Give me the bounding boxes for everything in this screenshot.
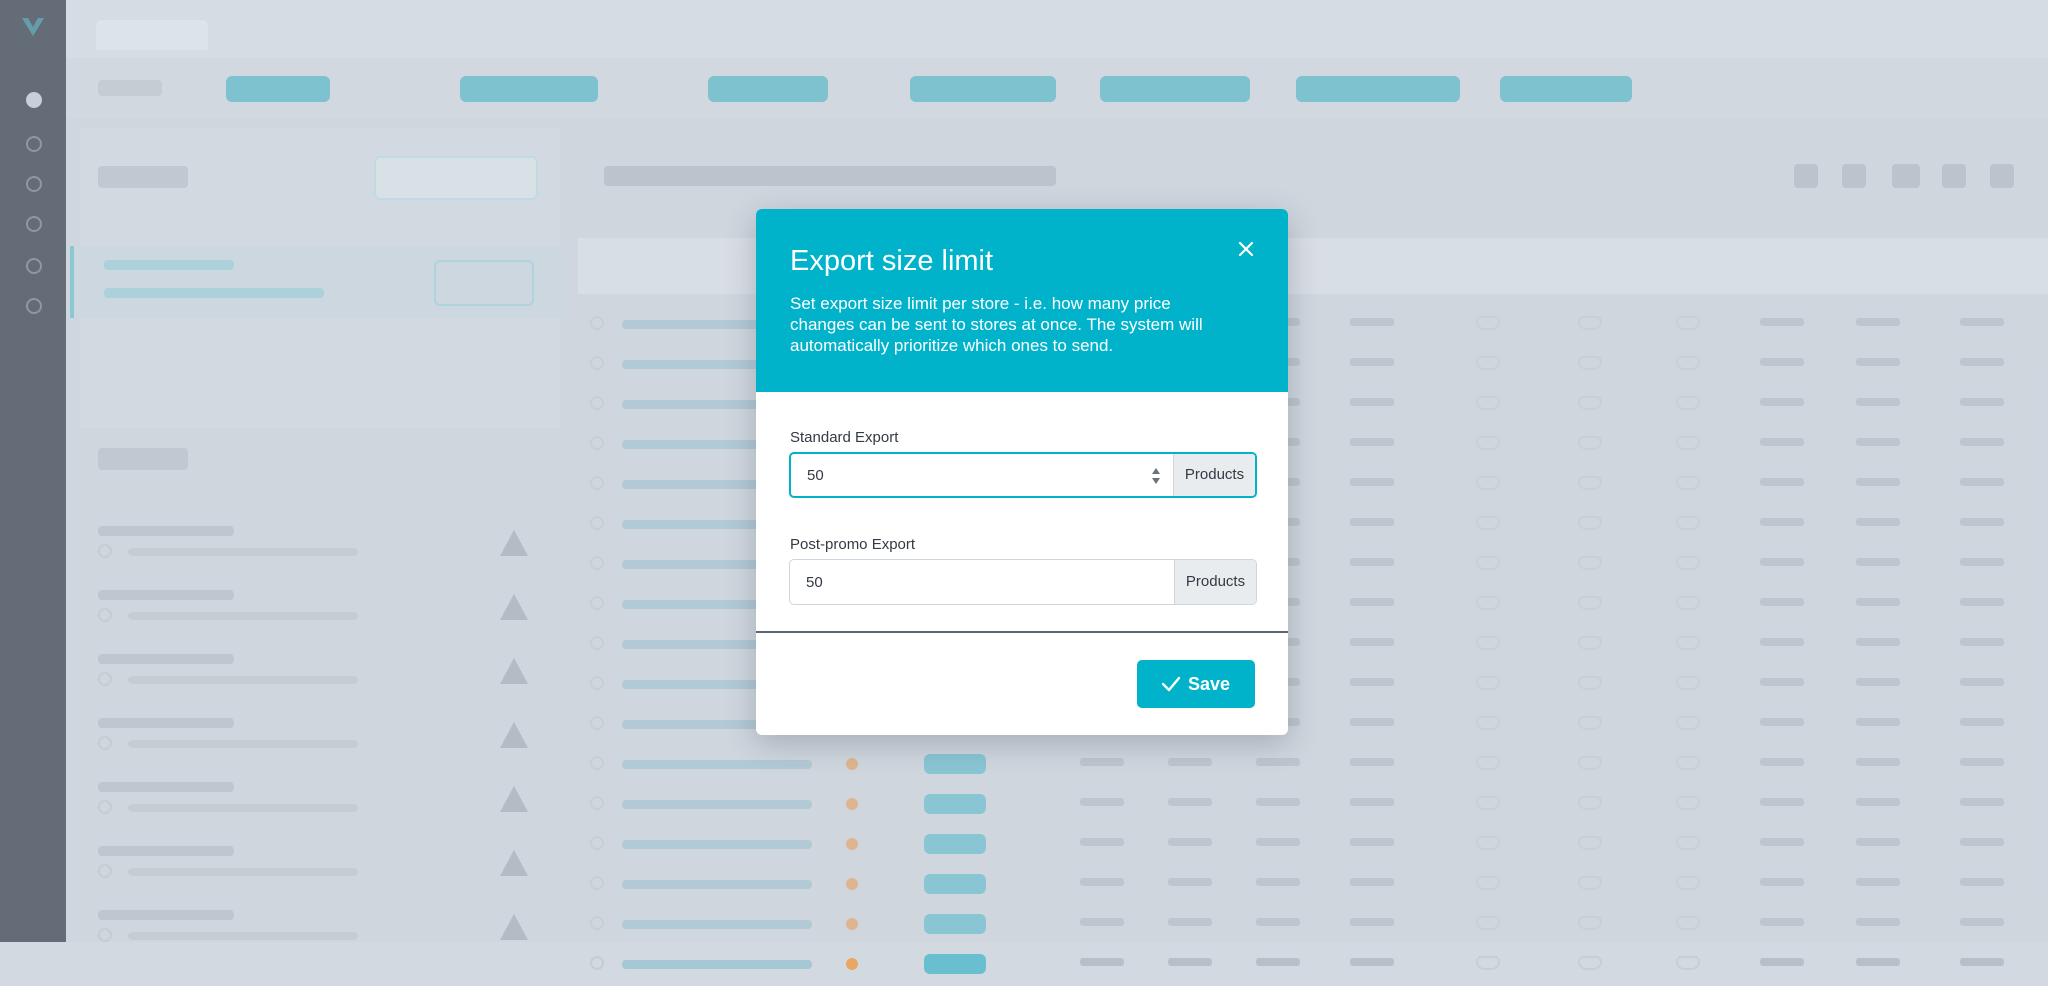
close-button[interactable]: [1232, 235, 1260, 263]
modal-header: Export size limit Set export size limit …: [756, 209, 1288, 392]
check-icon: [1161, 676, 1181, 692]
standard-export-field: Products: [789, 452, 1257, 498]
standard-export-label: Standard Export: [790, 429, 899, 446]
modal-divider: [756, 631, 1288, 633]
export-size-limit-modal: Export size limit Set export size limit …: [756, 209, 1288, 735]
postpromo-export-input[interactable]: [790, 560, 1175, 604]
standard-export-input[interactable]: [791, 454, 1176, 496]
modal-title: Export size limit: [790, 245, 994, 277]
spinner-arrows-icon[interactable]: [1151, 466, 1161, 486]
postpromo-export-field: Products: [789, 559, 1257, 605]
save-button-label: Save: [1188, 674, 1231, 694]
close-icon: [1238, 241, 1254, 257]
table-row: [590, 946, 2048, 986]
save-button[interactable]: Save: [1137, 660, 1255, 708]
modal-description: Set export size limit per store - i.e. h…: [790, 294, 1203, 355]
postpromo-export-label: Post-promo Export: [790, 536, 916, 553]
standard-export-unit: Products: [1173, 454, 1255, 496]
postpromo-export-unit: Products: [1174, 560, 1256, 604]
